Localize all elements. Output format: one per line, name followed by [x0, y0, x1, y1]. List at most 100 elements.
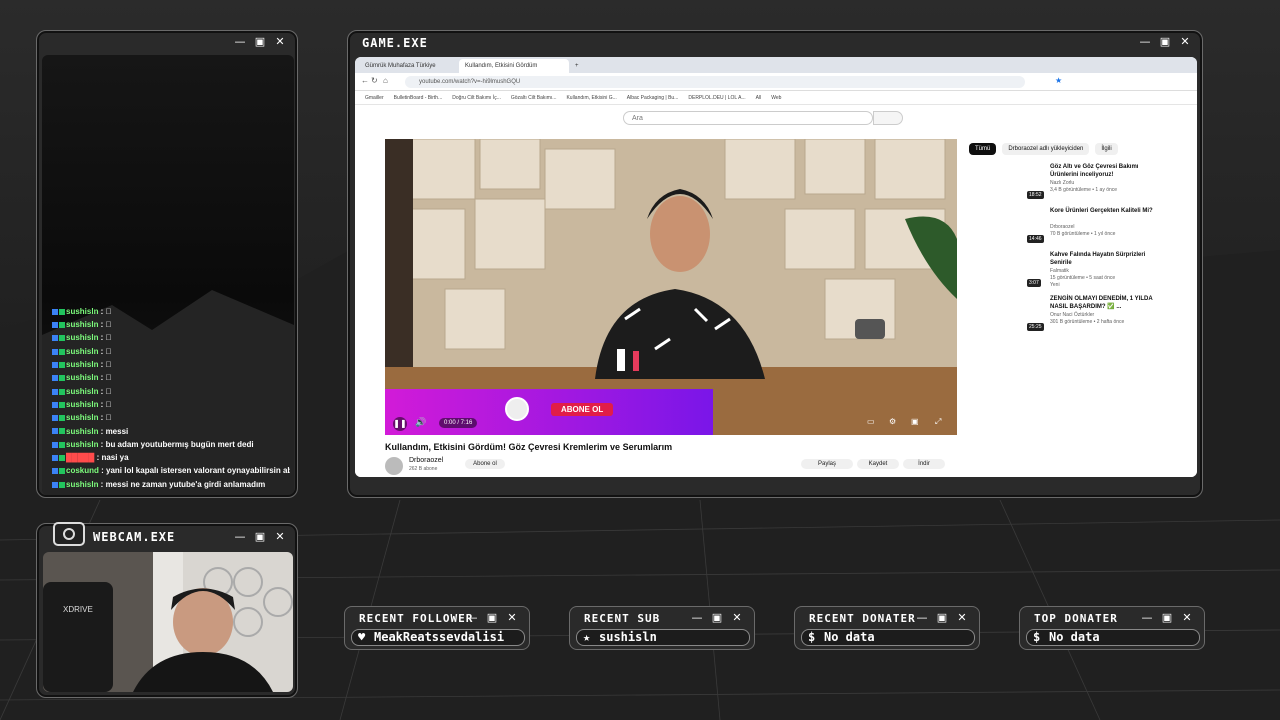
chat-username[interactable]: sushisln: [66, 333, 98, 342]
chat-panel: sushisln : 🏿sushisln : 🏿sushisln : 🏿sush…: [42, 55, 294, 495]
captions-icon[interactable]: ▭: [867, 417, 875, 426]
maximize-icon[interactable]: ▣: [935, 610, 949, 624]
bookmark-item[interactable]: Web: [771, 91, 781, 104]
browser-tab[interactable]: Gümrük Muhafaza Türkiye: [359, 59, 459, 73]
close-icon[interactable]: ✕: [273, 34, 287, 48]
webcam-window: WEBCAM.EXE — ▣ ✕ XDRIVE: [36, 522, 298, 698]
chat-username[interactable]: sushisln: [66, 440, 98, 449]
close-icon[interactable]: ✕: [273, 529, 287, 543]
subscribe-button[interactable]: Abone ol: [465, 459, 505, 469]
widget-title: RECENT FOLLOWER: [359, 612, 474, 625]
recommendation-item[interactable]: 25:25 ZENGİN OLMAYI DENEDİM, 1 YILDA NASI…: [969, 295, 1169, 335]
webcam-title: WEBCAM.EXE: [93, 530, 176, 544]
badge-icon: [52, 481, 58, 488]
game-window-controls: — ▣ ✕: [1138, 34, 1192, 48]
recommendation-channel[interactable]: Falmatik: [1050, 268, 1069, 275]
badge-icon: [59, 481, 65, 488]
recommendation-channel[interactable]: Onur Naci Öztürkler: [1050, 312, 1094, 319]
recommendation-item[interactable]: 3:07 Kahve Falında Hayatın Sürprizleri Se…: [969, 251, 1169, 291]
recommendation-title[interactable]: Kahve Falında Hayatın Sürprizleri Seniri…: [1050, 251, 1160, 267]
maximize-icon[interactable]: ▣: [253, 529, 267, 543]
bookmark-star-icon[interactable]: ★: [1055, 76, 1062, 85]
chip-all[interactable]: Tümü: [969, 143, 997, 155]
recommendation-channel[interactable]: Nazlı Zorlu: [1050, 180, 1074, 187]
bookmark-item[interactable]: BulletinBoard - Birth...: [394, 91, 443, 104]
bookmark-item[interactable]: Albac Packaging | Bu...: [627, 91, 679, 104]
chat-username[interactable]: sushisln: [66, 387, 98, 396]
recommendation-item[interactable]: 18:52 Göz Altı ve Göz Çevresi Bakımı Ürün…: [969, 163, 1169, 203]
maximize-icon[interactable]: ▣: [1158, 34, 1172, 48]
maximize-icon[interactable]: ▣: [485, 610, 499, 624]
close-icon[interactable]: ✕: [955, 610, 969, 624]
chat-username[interactable]: sushisln: [66, 320, 98, 329]
recommendation-title[interactable]: Göz Altı ve Göz Çevresi Bakımı Ürünlerin…: [1050, 163, 1160, 179]
browser-tab-active[interactable]: Kullandım, Etkisini Gördüm: [459, 59, 569, 73]
chat-username[interactable]: coskund: [66, 466, 99, 475]
widget-title: RECENT SUB: [584, 612, 661, 625]
chat-username[interactable]: sushisln: [66, 307, 98, 316]
chat-username[interactable]: sushisln: [66, 373, 98, 382]
chip-uploader[interactable]: Drboraozel adlı yükleyiciden: [1002, 143, 1090, 155]
minimize-icon[interactable]: —: [465, 610, 479, 624]
bookmarks-bar: Gmailler BulletinBoard - Birth... Doğru Ci…: [355, 91, 1197, 105]
close-icon[interactable]: ✕: [505, 610, 519, 624]
chat-username[interactable]: sushisln: [66, 400, 98, 409]
download-button[interactable]: İndir: [903, 459, 945, 469]
bookmark-item[interactable]: DERPLOL.DEU | LOL A...: [688, 91, 745, 104]
minimize-icon[interactable]: —: [1140, 610, 1154, 624]
settings-icon[interactable]: ⚙: [889, 417, 896, 426]
minimize-icon[interactable]: —: [915, 610, 929, 624]
bookmark-item[interactable]: All: [756, 91, 762, 104]
chat-text: messi ne zaman yutube'a girdi anlamadım: [105, 479, 266, 489]
chat-username[interactable]: sushisln: [66, 480, 98, 489]
chat-username[interactable]: sushisln: [66, 427, 98, 436]
volume-icon[interactable]: 🔊: [415, 417, 426, 428]
home-icon[interactable]: ⌂: [383, 76, 388, 85]
badge-icon: [59, 335, 65, 342]
recent-sub-widget: RECENT SUB — ▣ ✕ ★ sushisln: [569, 606, 755, 650]
chat-username[interactable]: sushisln: [66, 360, 98, 369]
recommendation-title[interactable]: ZENGİN OLMAYI DENEDİM, 1 YILDA NASIL BAŞ…: [1050, 295, 1160, 311]
video-player[interactable]: ABONE OL ❚❚ 🔊 0:00 / 7:16 ▭ ⚙ ▣ ⤢: [385, 139, 957, 435]
chat-username[interactable]: sushisln: [66, 413, 98, 422]
chat-message: sushisln : messi ne zaman yutube'a girdi…: [52, 478, 290, 491]
channel-name[interactable]: Drboraozel: [409, 457, 443, 464]
bookmark-item[interactable]: Kullandım, Etkisini G...: [566, 91, 616, 104]
close-icon[interactable]: ✕: [730, 610, 744, 624]
chat-message: █████ : nasi ya: [52, 451, 290, 464]
minimize-icon[interactable]: —: [233, 529, 247, 543]
minimize-icon[interactable]: —: [233, 34, 247, 48]
bookmark-item[interactable]: Doğru Cilt Bakımı İç...: [452, 91, 501, 104]
close-icon[interactable]: ✕: [1180, 610, 1194, 624]
minimize-icon[interactable]: —: [1138, 34, 1152, 48]
bookmark-item[interactable]: Gözaltı Cilt Bakımı...: [511, 91, 557, 104]
reload-icon[interactable]: ↻: [371, 76, 378, 85]
chat-username[interactable]: █████: [66, 453, 94, 462]
maximize-icon[interactable]: ▣: [253, 34, 267, 48]
back-icon[interactable]: ←: [361, 76, 369, 85]
pause-icon[interactable]: ❚❚: [393, 417, 407, 431]
new-tab-icon[interactable]: +: [569, 59, 583, 73]
bookmark-item[interactable]: Gmailler: [365, 91, 384, 104]
theater-icon[interactable]: ▣: [911, 417, 919, 426]
maximize-icon[interactable]: ▣: [1160, 610, 1174, 624]
search-button[interactable]: [873, 111, 903, 125]
chat-message: sushisln : 🏿: [52, 358, 290, 371]
save-button[interactable]: Kaydet: [857, 459, 899, 469]
badge-icon: [59, 388, 65, 395]
maximize-icon[interactable]: ▣: [710, 610, 724, 624]
chip-related[interactable]: İlgili: [1095, 143, 1118, 155]
recommendation-channel[interactable]: Drboraozel: [1050, 224, 1074, 231]
share-button[interactable]: Paylaş: [801, 459, 853, 469]
channel-avatar[interactable]: [385, 457, 403, 475]
address-bar[interactable]: youtube.com/watch?v=-hi9lmushGQU: [405, 76, 1025, 88]
chat-text: yani lol kapalı istersen valorant oynaya…: [106, 466, 290, 476]
minimize-icon[interactable]: —: [690, 610, 704, 624]
fullscreen-icon[interactable]: ⤢: [935, 417, 941, 427]
chat-username[interactable]: sushisln: [66, 347, 98, 356]
recommendation-item[interactable]: 14:46 Kore Ürünleri Gerçekten Kaliteli Mi…: [969, 207, 1169, 247]
recommendation-title[interactable]: Kore Ürünleri Gerçekten Kaliteli Mi?: [1050, 207, 1160, 215]
search-input[interactable]: Ara: [623, 111, 873, 125]
chat-window: — ▣ ✕ sushisln : 🏿sushisln : 🏿sushisln :…: [36, 30, 298, 498]
close-icon[interactable]: ✕: [1178, 34, 1192, 48]
